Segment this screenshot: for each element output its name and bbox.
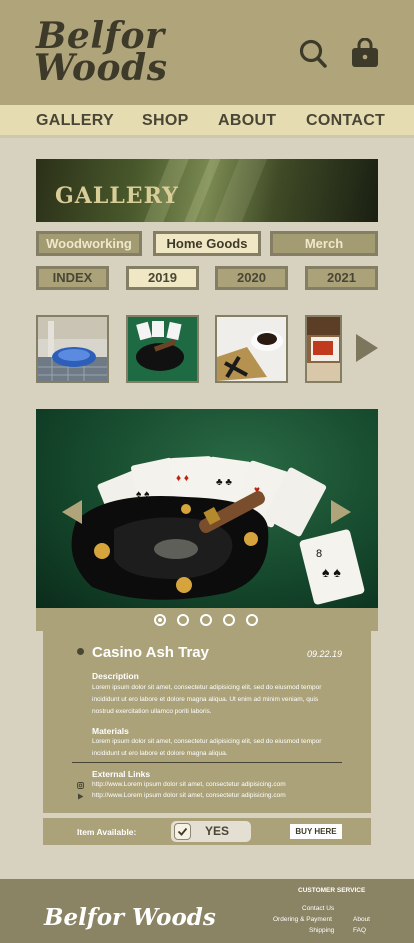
item-date: 09.22.19: [307, 649, 343, 659]
year-index-button[interactable]: INDEX: [36, 266, 109, 290]
carousel-dot-1[interactable]: [154, 614, 166, 626]
customer-service-heading: CUSTOMER SERVICE: [298, 887, 366, 894]
availability-label: Item Available:: [77, 827, 137, 837]
description-heading: Description: [92, 671, 139, 681]
svg-text:♦ ♦: ♦ ♦: [176, 473, 189, 484]
svg-text:8: 8: [316, 548, 322, 560]
buy-here-button[interactable]: BUY HERE: [290, 824, 342, 839]
carousel-dot-2[interactable]: [177, 614, 189, 626]
brand-logo-line2: Woods: [34, 47, 168, 89]
hero-prev-arrow-icon[interactable]: [62, 500, 82, 524]
svg-text:♣ ♣: ♣ ♣: [216, 477, 232, 488]
item-title: Casino Ash Tray: [92, 644, 209, 661]
footer-link-faq[interactable]: FAQ: [353, 927, 366, 934]
year-2020-button[interactable]: 2020: [215, 266, 288, 290]
carousel-dot-4[interactable]: [223, 614, 235, 626]
section-divider: [72, 762, 342, 763]
thumbnails-next-arrow-icon[interactable]: [356, 334, 378, 362]
footer-link-shipping[interactable]: Shipping: [309, 927, 334, 934]
footer-link-ordering[interactable]: Ordering & Payment: [273, 916, 332, 923]
ashtray-image: [71, 491, 269, 600]
category-merch-button[interactable]: Merch: [270, 231, 378, 256]
hero-next-arrow-icon[interactable]: [331, 500, 351, 524]
carousel-dots: [36, 608, 378, 631]
shopping-bag-icon[interactable]: [350, 37, 380, 68]
materials-heading: Materials: [92, 726, 129, 736]
nav-contact[interactable]: CONTACT: [306, 112, 385, 130]
thumbnail-wood-tray[interactable]: [305, 315, 342, 383]
nav-shop[interactable]: SHOP: [142, 112, 189, 130]
carousel-dot-3[interactable]: [200, 614, 212, 626]
main-nav: GALLERY SHOP ABOUT CONTACT: [0, 105, 414, 138]
footer-link-about[interactable]: About: [353, 916, 370, 923]
description-text: Lorem ipsum dolor sit amet, consectetur …: [92, 684, 322, 715]
youtube-link[interactable]: http://www.Lorem ipsum dolor sit amet, c…: [92, 792, 286, 799]
carousel-dot-5[interactable]: [246, 614, 258, 626]
external-links-heading: External Links: [92, 769, 151, 779]
thumbnail-casino-ashtray[interactable]: [126, 315, 199, 383]
materials-text: Lorem ipsum dolor sit amet, consectetur …: [92, 738, 322, 757]
svg-text:♠ ♠: ♠ ♠: [322, 564, 341, 580]
availability-value: YES: [205, 824, 230, 838]
play-icon: [78, 793, 84, 800]
thumbnail-coffee-tray[interactable]: [215, 315, 288, 383]
instagram-icon: [77, 782, 84, 789]
item-bullet-icon: [77, 648, 84, 655]
year-2021-button[interactable]: 2021: [305, 266, 378, 290]
hero-image: ♠ ♠ ♦ ♦ ♣ ♣ ♥ 8 ♠ ♠: [36, 409, 378, 608]
footer-link-contact[interactable]: Contact Us: [302, 905, 334, 912]
nav-about[interactable]: ABOUT: [218, 112, 276, 130]
check-icon: [174, 823, 191, 840]
search-icon[interactable]: [298, 38, 328, 70]
nav-gallery[interactable]: GALLERY: [36, 112, 114, 130]
instagram-link[interactable]: http://www.Lorem ipsum dolor sit amet, c…: [92, 781, 286, 788]
brand-logo[interactable]: Belfor Woods: [34, 18, 168, 89]
gallery-title: GALLERY: [55, 183, 179, 209]
gallery-banner: GALLERY: [36, 159, 378, 222]
thumbnail-blue-ashtray[interactable]: [36, 315, 109, 383]
site-header: Belfor Woods: [0, 0, 414, 105]
category-woodworking-button[interactable]: Woodworking: [36, 231, 142, 256]
category-home-goods-button[interactable]: Home Goods: [153, 231, 261, 256]
year-2019-button[interactable]: 2019: [126, 266, 199, 290]
footer-logo[interactable]: Belfor Woods: [44, 904, 216, 931]
